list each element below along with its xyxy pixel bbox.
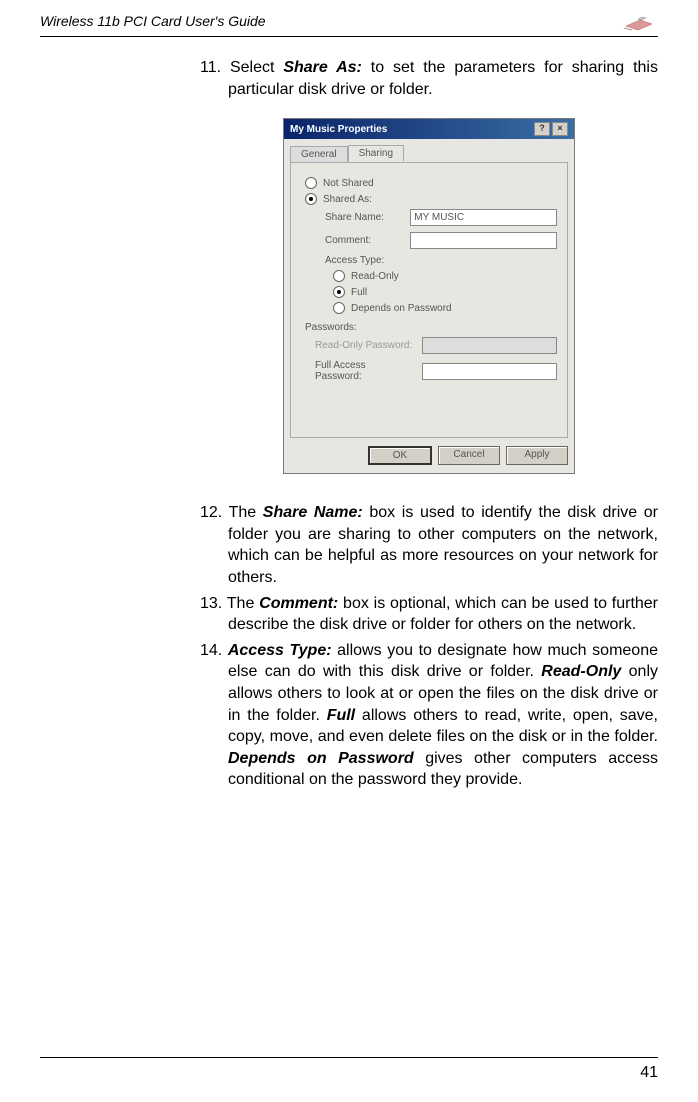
full-label: Full (351, 287, 367, 298)
radio-shared-as[interactable] (305, 193, 317, 205)
tabs-row: General Sharing (284, 139, 574, 162)
access-type-label: Access Type: (325, 255, 557, 266)
term-access-type: Access Type: (228, 642, 332, 659)
tab-general[interactable]: General (290, 146, 348, 163)
read-only-pw-label: Read-Only Password: (315, 340, 414, 351)
radio-read-only-row[interactable]: Read-Only (333, 270, 557, 282)
page-number: 41 (640, 1064, 658, 1081)
step-14: 14. Access Type: allows you to designate… (228, 640, 658, 791)
share-name-row: Share Name: MY MUSIC (325, 209, 557, 226)
radio-not-shared[interactable] (305, 177, 317, 189)
page-header: Wireless 11b PCI Card User's Guide (40, 10, 658, 37)
dialog-title: My Music Properties (290, 124, 387, 135)
radio-full[interactable] (333, 286, 345, 298)
read-only-pw-input (422, 337, 557, 354)
help-icon[interactable]: ? (534, 122, 550, 136)
full-pw-row: Full Access Password: (315, 360, 557, 382)
radio-shared-as-row[interactable]: Shared As: (305, 193, 557, 205)
sharing-panel: Not Shared Shared As: Share Name: MY MUS… (290, 162, 568, 438)
passwords-label: Passwords: (305, 322, 557, 333)
term-full: Full (327, 707, 355, 724)
page-footer: 41 (40, 1057, 658, 1082)
term-read-only: Read-Only (541, 663, 621, 680)
read-only-label: Read-Only (351, 271, 399, 282)
dialog-titlebar: My Music Properties ? × (284, 119, 574, 139)
ok-button[interactable]: OK (368, 446, 432, 465)
depends-label: Depends on Password (351, 303, 452, 314)
read-only-pw-row: Read-Only Password: (315, 337, 557, 354)
dialog-buttons: OK Cancel Apply (284, 438, 574, 473)
full-pw-label: Full Access Password: (315, 360, 414, 382)
not-shared-label: Not Shared (323, 178, 374, 189)
radio-depends[interactable] (333, 302, 345, 314)
pci-card-icon (622, 10, 658, 32)
term-comment: Comment: (259, 595, 338, 612)
comment-row: Comment: (325, 232, 557, 249)
radio-not-shared-row[interactable]: Not Shared (305, 177, 557, 189)
radio-full-row[interactable]: Full (333, 286, 557, 298)
share-name-input[interactable]: MY MUSIC (410, 209, 557, 226)
comment-input[interactable] (410, 232, 557, 249)
term-share-as: Share As: (283, 59, 362, 76)
properties-dialog-screenshot: My Music Properties ? × General Sharing … (283, 118, 575, 474)
comment-label: Comment: (325, 235, 402, 246)
radio-read-only[interactable] (333, 270, 345, 282)
term-share-name: Share Name: (263, 504, 363, 521)
step-11: 11. Select Share As: to set the paramete… (228, 57, 658, 100)
close-icon[interactable]: × (552, 122, 568, 136)
step-12: 12. The Share Name: box is used to ident… (228, 502, 658, 588)
step-13: 13. The Comment: box is optional, which … (228, 593, 658, 636)
cancel-button[interactable]: Cancel (438, 446, 500, 465)
term-depends-on-password: Depends on Password (228, 750, 414, 767)
shared-as-label: Shared As: (323, 194, 372, 205)
share-name-label: Share Name: (325, 212, 402, 223)
radio-depends-row[interactable]: Depends on Password (333, 302, 557, 314)
tab-sharing[interactable]: Sharing (348, 145, 404, 162)
apply-button[interactable]: Apply (506, 446, 568, 465)
header-title: Wireless 11b PCI Card User's Guide (40, 13, 266, 29)
full-pw-input[interactable] (422, 363, 557, 380)
